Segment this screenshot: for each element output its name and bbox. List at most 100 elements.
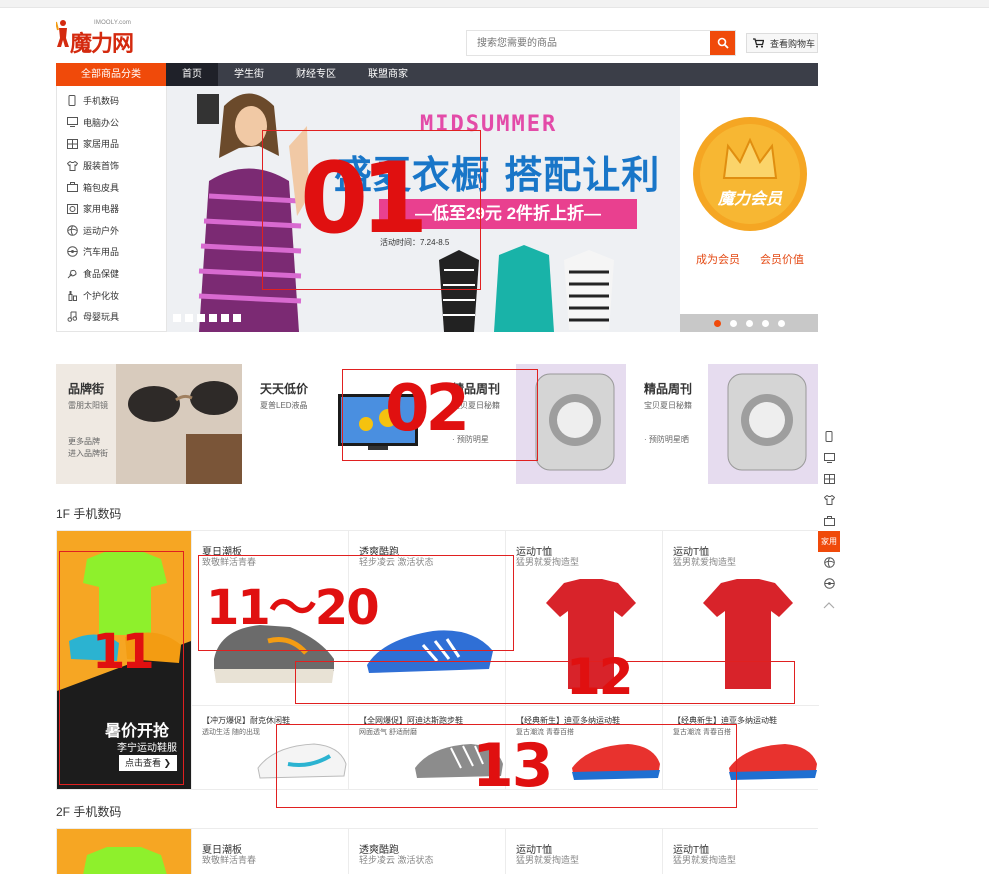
nav-student[interactable]: 学生街 [218, 63, 280, 86]
category-label: 运动户外 [83, 225, 120, 236]
category-label: 服装首饰 [83, 161, 120, 172]
floor-2-title: 2F 手机数码 [56, 805, 122, 819]
product-subtitle: 猛男就爱掏造型 [673, 557, 737, 567]
phone-icon [825, 431, 833, 442]
appliance-icon [66, 203, 78, 215]
promo-sub2: · 预防明星晒 [644, 435, 689, 444]
product-card[interactable]: 运动T恤 猛男就爱掏造型 [505, 829, 662, 874]
category-item[interactable]: 母婴玩具 [57, 306, 166, 328]
crown-badge-icon [693, 117, 807, 231]
category-label: 汽车用品 [83, 247, 120, 258]
product-subtitle: 猛男就爱掏造型 [673, 855, 737, 865]
promo-sub: 宝贝夏日秘籍 [644, 401, 692, 410]
search-button[interactable] [710, 31, 735, 55]
annotation-11: 11 [92, 624, 155, 680]
food-icon [66, 268, 78, 280]
become-member-link[interactable]: 成为会员 [696, 251, 740, 267]
promo-title: 精品周刊 [644, 382, 693, 396]
home-icon [66, 138, 78, 150]
side-nav-clothing[interactable] [818, 489, 840, 510]
side-nav-sports[interactable] [818, 552, 840, 573]
back-to-top-button[interactable] [818, 594, 840, 615]
category-item[interactable]: 手机数码 [57, 90, 166, 112]
nav-merchants[interactable]: 联盟商家 [352, 63, 424, 86]
promo-brand-street[interactable]: 品牌街 雷朋太阳镜 更多品牌 进入品牌街 [56, 364, 242, 484]
ball-icon [823, 557, 835, 568]
wheel-icon [823, 578, 835, 589]
promo-weekly[interactable]: 精品周刊 宝贝夏日秘籍 · 预防明星晒 [632, 364, 818, 484]
category-label: 食品保健 [83, 269, 120, 280]
side-nav-bags[interactable] [818, 510, 840, 531]
pager-dot[interactable] [777, 319, 785, 327]
category-label: 家用电器 [83, 204, 120, 215]
annotation-box-12 [295, 661, 795, 704]
search-input[interactable] [467, 31, 711, 55]
pager-dot[interactable] [713, 319, 721, 327]
annotation-11-20: 11～20 [206, 580, 380, 636]
bag-icon [823, 515, 835, 526]
chevron-up-icon [823, 601, 835, 608]
member-panel: 魔力会员 成为会员 会员价值 [680, 86, 818, 332]
annotation-13: 13 [472, 731, 553, 801]
side-nav-computer[interactable] [818, 447, 840, 468]
annotation-01: 01 [300, 142, 428, 256]
annotation-02: 02 [385, 372, 470, 446]
member-value-link[interactable]: 会员价值 [760, 251, 804, 267]
floor-ad[interactable] [57, 829, 191, 874]
floor-1-title: 1F 手机数码 [56, 507, 122, 521]
pager-dot[interactable] [761, 319, 769, 327]
category-item[interactable]: 箱包皮具 [57, 176, 166, 198]
product-card[interactable]: 透爽酷跑 轻步凌云 激活状态 [348, 829, 505, 874]
cosmetics-icon [66, 289, 78, 301]
shirt-icon [66, 160, 78, 172]
side-nav-phone[interactable] [818, 426, 840, 447]
monitor-icon [66, 116, 78, 128]
nav-finance[interactable]: 财经专区 [280, 63, 352, 86]
category-item[interactable]: 家用电器 [57, 198, 166, 220]
category-item[interactable]: 服装首饰 [57, 155, 166, 177]
pager-dot[interactable] [729, 319, 737, 327]
sunglasses-image [116, 364, 242, 484]
promo-sub2: 更多品牌 进入品牌街 [68, 437, 108, 458]
ball-icon [66, 224, 78, 236]
product-subtitle: 猛男就爱掏造型 [516, 557, 580, 567]
pager-dot[interactable] [173, 314, 181, 322]
floor-2: 夏日潮板 致敬鲜活青春 透爽酷跑 轻步凌云 激活状态 运动T恤 猛男就爱掏造型 … [56, 828, 819, 874]
side-nav-home[interactable] [818, 468, 840, 489]
site-logo[interactable]: IMOOLY.com 魔力网 [56, 14, 136, 57]
side-nav-appliance-active[interactable]: 家用 [818, 531, 840, 552]
all-categories-button[interactable]: 全部商品分类 [56, 63, 166, 86]
logo-name: 魔力网 [70, 31, 134, 57]
phone-icon [66, 95, 78, 107]
nav-home[interactable]: 首页 [166, 63, 218, 86]
promo-sub: 雷朋太阳镜 [68, 401, 108, 410]
category-item[interactable]: 电脑办公 [57, 112, 166, 134]
category-item[interactable]: 食品保健 [57, 263, 166, 285]
side-nav-auto[interactable] [818, 573, 840, 594]
logo-figure-icon [56, 20, 69, 47]
category-label: 家居用品 [83, 139, 120, 150]
cart-label: 查看购物车 [770, 38, 816, 49]
category-item[interactable]: 汽车用品 [57, 241, 166, 263]
pager-dot[interactable] [233, 314, 241, 322]
shirt-icon [823, 494, 835, 505]
category-item[interactable]: 运动户外 [57, 220, 166, 242]
category-label: 母婴玩具 [83, 312, 120, 323]
category-item[interactable]: 个护化妆 [57, 284, 166, 306]
category-label: 手机数码 [83, 96, 120, 107]
category-item[interactable]: 家居用品 [57, 133, 166, 155]
cart-button[interactable]: 查看购物车 [746, 33, 818, 53]
pager-dot[interactable] [209, 314, 217, 322]
wheel-icon [66, 246, 78, 258]
product-card[interactable]: 运动T恤 猛男就爱掏造型 [662, 829, 819, 874]
sneaker-image [729, 744, 817, 780]
promo-title: 品牌街 [68, 382, 105, 396]
pager-dot[interactable] [745, 319, 753, 327]
member-pager [680, 314, 818, 332]
category-label: 电脑办公 [83, 117, 120, 128]
pager-dot[interactable] [185, 314, 193, 322]
pager-dot[interactable] [197, 314, 205, 322]
product-subtitle: 猛男就爱掏造型 [516, 855, 580, 865]
pager-dot[interactable] [221, 314, 229, 322]
product-card[interactable]: 夏日潮板 致敬鲜活青春 [191, 829, 348, 874]
